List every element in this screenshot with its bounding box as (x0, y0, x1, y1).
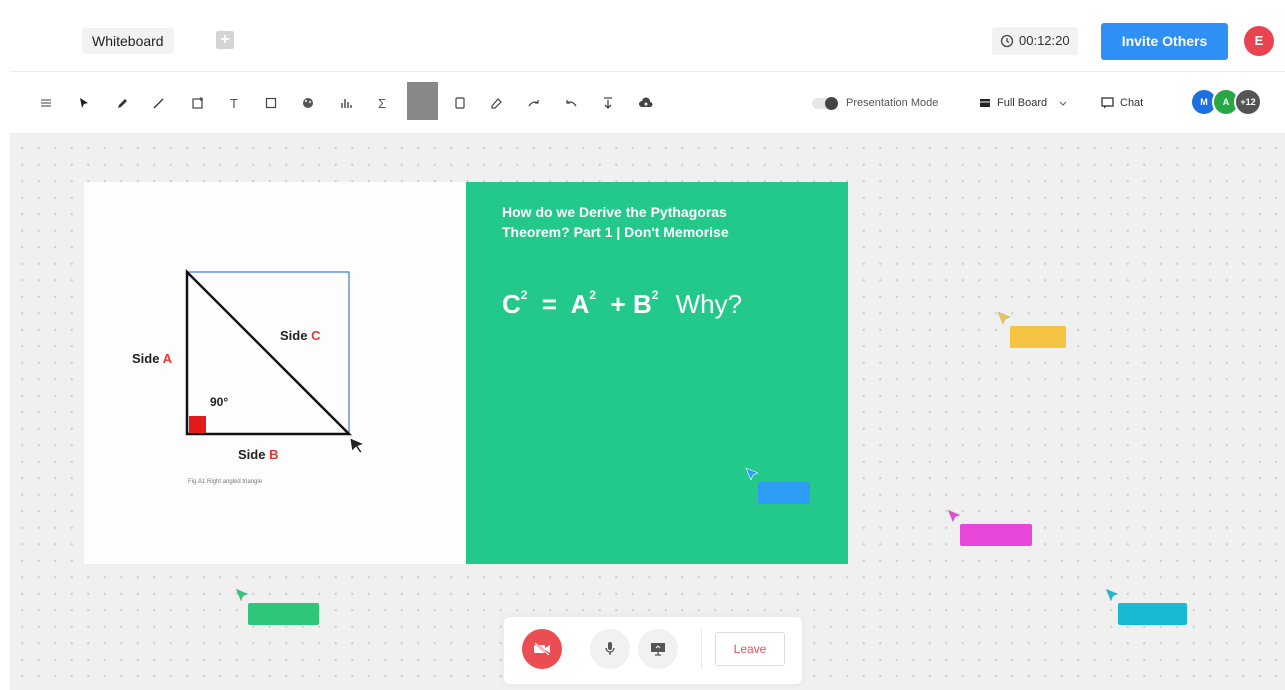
figure-caption: Fig.A1 Right angled triangle (188, 479, 263, 485)
tool-bar: T Σ Presentation Mode Full Board Chat M … (10, 72, 1285, 134)
full-board-label: Full Board (997, 97, 1048, 109)
slide-title: How do we Derive the Pythagoras Theorem?… (502, 204, 729, 240)
chat-label: Chat (1120, 97, 1144, 109)
cursor-arrow-icon (997, 311, 1011, 325)
participant-avatars[interactable]: M A +12 (1190, 88, 1262, 118)
collaborator-name-tag (1010, 326, 1066, 348)
cloud-upload-icon[interactable] (636, 92, 656, 114)
microphone-toggle-button[interactable] (590, 629, 630, 669)
leave-button[interactable]: Leave (715, 632, 785, 666)
board-icon (980, 99, 990, 107)
current-user-avatar[interactable]: E (1244, 26, 1274, 56)
side-b-label: Side B (238, 447, 279, 462)
video-off-icon (534, 642, 550, 656)
screen-share-icon (651, 643, 665, 656)
color-picker-icon[interactable] (298, 92, 318, 114)
clock-icon (1000, 34, 1014, 48)
pythagoras-formula: C2 = A2 + B2 Why? (502, 288, 743, 319)
collaborator-name-tag (758, 482, 810, 504)
right-triangle-diagram (185, 268, 365, 454)
side-a-label: Side A (132, 351, 172, 366)
controls-divider (701, 629, 702, 669)
presentation-mode-toggle[interactable]: Presentation Mode (812, 94, 938, 112)
angle-label: 90° (210, 395, 229, 409)
full-board-dropdown[interactable]: Full Board (979, 94, 1067, 112)
board-tab[interactable]: Whiteboard (82, 28, 174, 54)
cursor-arrow-icon (235, 588, 249, 602)
text-icon[interactable]: T (224, 92, 244, 114)
session-timer: 00:12:20 (992, 27, 1078, 55)
screen-share-button[interactable] (638, 629, 678, 669)
cursor-arrow-icon (1105, 588, 1119, 602)
eraser-icon[interactable] (486, 92, 506, 114)
cursor-arrow-icon (745, 467, 759, 481)
collaborator-name-tag (248, 603, 319, 625)
chevron-down-icon (1059, 101, 1067, 106)
toggle-switch[interactable] (812, 96, 838, 110)
select-icon[interactable] (74, 92, 94, 114)
rectangle-icon[interactable] (450, 92, 470, 114)
color-swatch[interactable] (407, 82, 438, 120)
collaborator-name-tag (1118, 603, 1187, 625)
cursor-arrow-icon (947, 509, 961, 523)
invite-others-button[interactable]: Invite Others (1101, 23, 1228, 60)
sticky-note-icon[interactable] (188, 92, 208, 114)
video-toggle-button[interactable] (522, 629, 562, 669)
redo-icon[interactable] (524, 92, 544, 114)
more-participants-badge[interactable]: +12 (1234, 88, 1262, 116)
shape-icon[interactable] (261, 92, 281, 114)
call-controls: Leave (504, 617, 802, 684)
line-icon[interactable] (148, 92, 168, 114)
side-c-label: Side C (280, 328, 321, 343)
whiteboard-canvas[interactable]: Side A Side C 90° Side B Fig.A1 Right an… (10, 134, 1285, 690)
microphone-icon (605, 642, 615, 655)
chart-icon[interactable] (336, 92, 356, 114)
diagram-card[interactable]: Side A Side C 90° Side B Fig.A1 Right an… (84, 182, 466, 564)
pen-icon[interactable] (112, 92, 132, 114)
undo-icon[interactable] (561, 92, 581, 114)
download-icon[interactable] (598, 92, 618, 114)
top-header: Whiteboard + 00:12:20 Invite Others E (10, 10, 1285, 72)
menu-icon[interactable] (36, 92, 56, 114)
title-slide-card[interactable]: How do we Derive the Pythagoras Theorem?… (466, 182, 848, 564)
whiteboard-app: Whiteboard + 00:12:20 Invite Others E T (10, 0, 1285, 690)
timer-value: 00:12:20 (1019, 33, 1070, 48)
chat-icon (1101, 97, 1114, 109)
presentation-mode-label: Presentation Mode (846, 97, 939, 109)
formula-icon[interactable]: Σ (372, 92, 392, 114)
collaborator-name-tag (960, 524, 1032, 546)
chat-button[interactable]: Chat (1101, 94, 1143, 112)
add-tab-button[interactable]: + (216, 31, 234, 49)
